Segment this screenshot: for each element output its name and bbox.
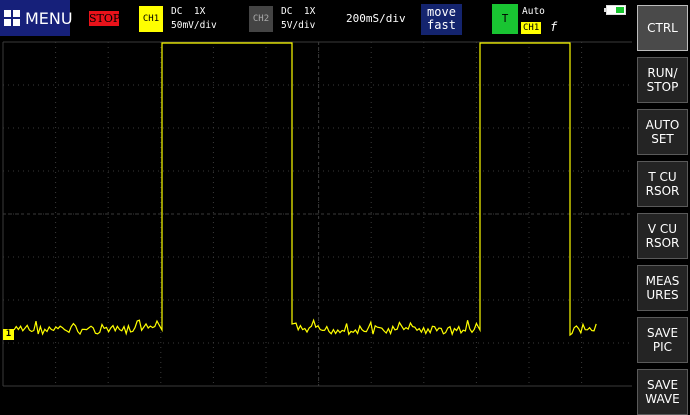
menu-button[interactable]: MENU <box>0 0 73 36</box>
side-button-measures[interactable]: MEAS URES <box>637 265 688 311</box>
ch1-scale: 50mV/div <box>171 20 217 31</box>
ch1-level-marker[interactable]: 1 <box>3 329 14 340</box>
menu-grid-icon <box>4 10 20 26</box>
menu-label: MENU <box>25 8 73 28</box>
move-speed-label: fast <box>427 18 456 32</box>
rising-edge-icon[interactable]: f <box>550 20 557 34</box>
side-button-autoset[interactable]: AUTO SET <box>637 109 688 155</box>
side-button-savewave[interactable]: SAVE WAVE <box>637 369 688 415</box>
timebase-readout[interactable]: 200mS/div <box>346 12 406 25</box>
battery-icon <box>604 5 626 15</box>
ch2-scale: 5V/div <box>281 20 316 31</box>
side-button-savepic[interactable]: SAVE PIC <box>637 317 688 363</box>
trigger-mode[interactable]: Auto <box>522 6 545 17</box>
side-button-tcursor[interactable]: T CU RSOR <box>637 161 688 207</box>
ch1-info[interactable]: DC 1X 50mV/div <box>171 5 217 33</box>
ch1-button[interactable]: CH1 <box>139 6 163 32</box>
scope-background <box>0 41 632 413</box>
trigger-source[interactable]: CH1 <box>521 22 542 34</box>
ch1-coupling: DC 1X <box>171 6 206 17</box>
side-button-ctrl[interactable]: CTRL <box>637 5 688 51</box>
ch2-button[interactable]: CH2 <box>249 6 273 32</box>
run-state-badge[interactable]: STOP <box>89 11 120 26</box>
trigger-button[interactable]: T <box>492 4 518 34</box>
ch2-info[interactable]: DC 1X 5V/div <box>281 5 315 33</box>
ch2-coupling: DC 1X <box>281 6 316 17</box>
side-button-runstop[interactable]: RUN/ STOP <box>637 57 688 103</box>
scope-display[interactable] <box>0 41 632 413</box>
side-button-vcursor[interactable]: V CU RSOR <box>637 213 688 259</box>
move-speed-button[interactable]: move fast <box>421 4 462 35</box>
